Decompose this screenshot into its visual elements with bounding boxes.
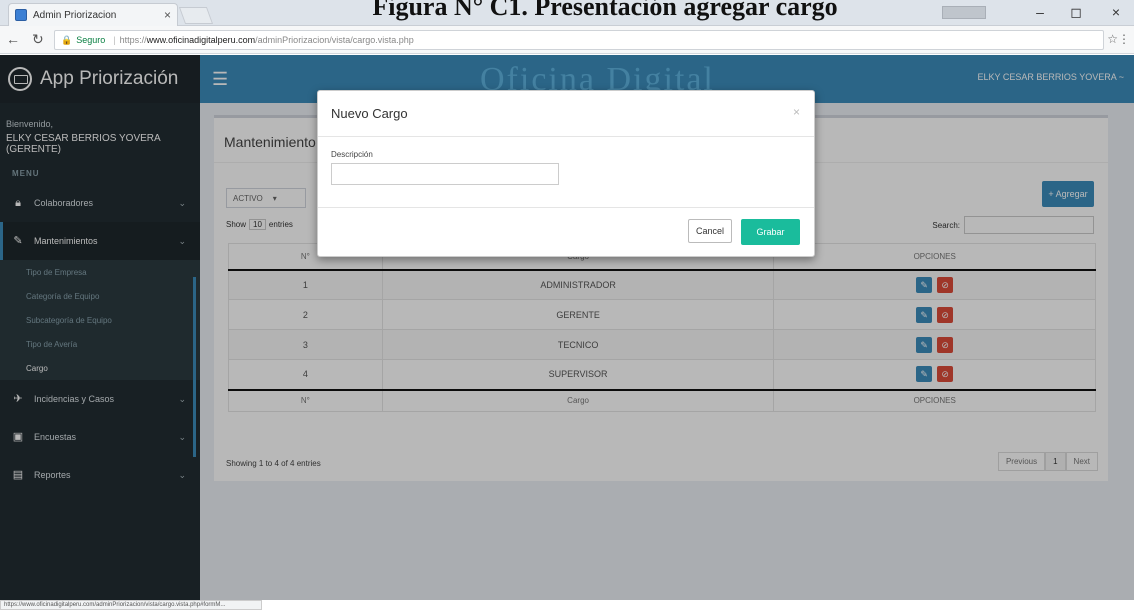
close-icon[interactable]: × [793, 105, 800, 119]
url-protocol: https:// [119, 35, 147, 45]
descripcion-input[interactable] [331, 163, 559, 185]
screenshot-root: Figura N° C1. Presentación agregar cargo… [0, 0, 1134, 610]
modal-body: Descripción [318, 137, 814, 208]
minimize-icon[interactable]: – [1028, 4, 1052, 20]
browser-menu-icon[interactable]: ⋮ [1118, 32, 1130, 46]
tab-close-icon[interactable]: × [164, 8, 171, 22]
nuevo-cargo-modal: Nuevo Cargo × Descripción Cancel Grabar [317, 90, 815, 257]
address-bar[interactable]: 🔒 Seguro | https:// www.oficinadigitalpe… [54, 30, 1104, 50]
descripcion-label: Descripción [331, 150, 373, 159]
tab-title: Admin Priorizacion [33, 9, 117, 21]
secure-label: Seguro [76, 35, 106, 45]
lock-icon: 🔒 [61, 34, 73, 45]
figure-caption: Figura N° C1. Presentación agregar cargo [372, 0, 838, 21]
modal-header: Nuevo Cargo × [318, 91, 814, 137]
new-tab-button[interactable] [178, 7, 214, 24]
separator: | [113, 35, 116, 45]
windows-user-badge[interactable] [942, 6, 986, 19]
bookmark-star-icon[interactable]: ☆ [1107, 32, 1118, 46]
close-window-icon[interactable]: × [1104, 4, 1128, 20]
favicon-icon [15, 9, 27, 21]
browser-toolbar: ← ↻ 🔒 Seguro | https:// www.oficinadigit… [0, 26, 1134, 54]
browser-status-url: https://www.oficinadigitalperu.com/admin… [0, 600, 262, 610]
reload-icon[interactable]: ↻ [32, 31, 44, 48]
modal-footer: Cancel Grabar [318, 208, 814, 256]
url-host: www.oficinadigitalperu.com [146, 35, 256, 45]
cancel-button[interactable]: Cancel [688, 219, 732, 243]
browser-tab[interactable]: Admin Priorizacion × [8, 3, 178, 26]
maximize-icon[interactable]: ◻ [1064, 4, 1088, 21]
save-button[interactable]: Grabar [741, 219, 800, 245]
back-icon[interactable]: ← [6, 31, 20, 47]
url-path: /adminPriorizacion/vista/cargo.vista.php [255, 35, 414, 45]
modal-title: Nuevo Cargo [331, 106, 408, 121]
